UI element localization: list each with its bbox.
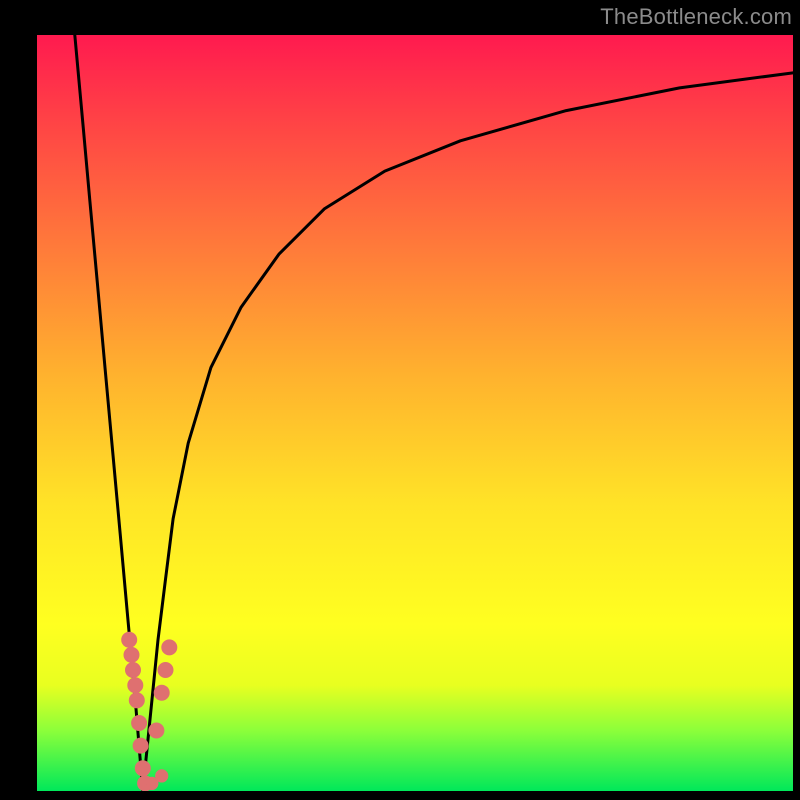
data-marker (135, 761, 150, 776)
data-marker (133, 738, 148, 753)
data-marker (124, 647, 139, 662)
data-marker (128, 678, 143, 693)
data-marker (122, 632, 137, 647)
data-marker (126, 663, 141, 678)
data-marker (129, 693, 144, 708)
data-marker (149, 723, 164, 738)
chart-frame: TheBottleneck.com (0, 0, 800, 800)
chart-svg (0, 0, 800, 800)
data-marker (162, 640, 177, 655)
data-marker (132, 716, 147, 731)
data-marker (156, 770, 168, 782)
data-marker (158, 663, 173, 678)
curve-right-branch (143, 73, 793, 791)
data-marker (154, 685, 169, 700)
